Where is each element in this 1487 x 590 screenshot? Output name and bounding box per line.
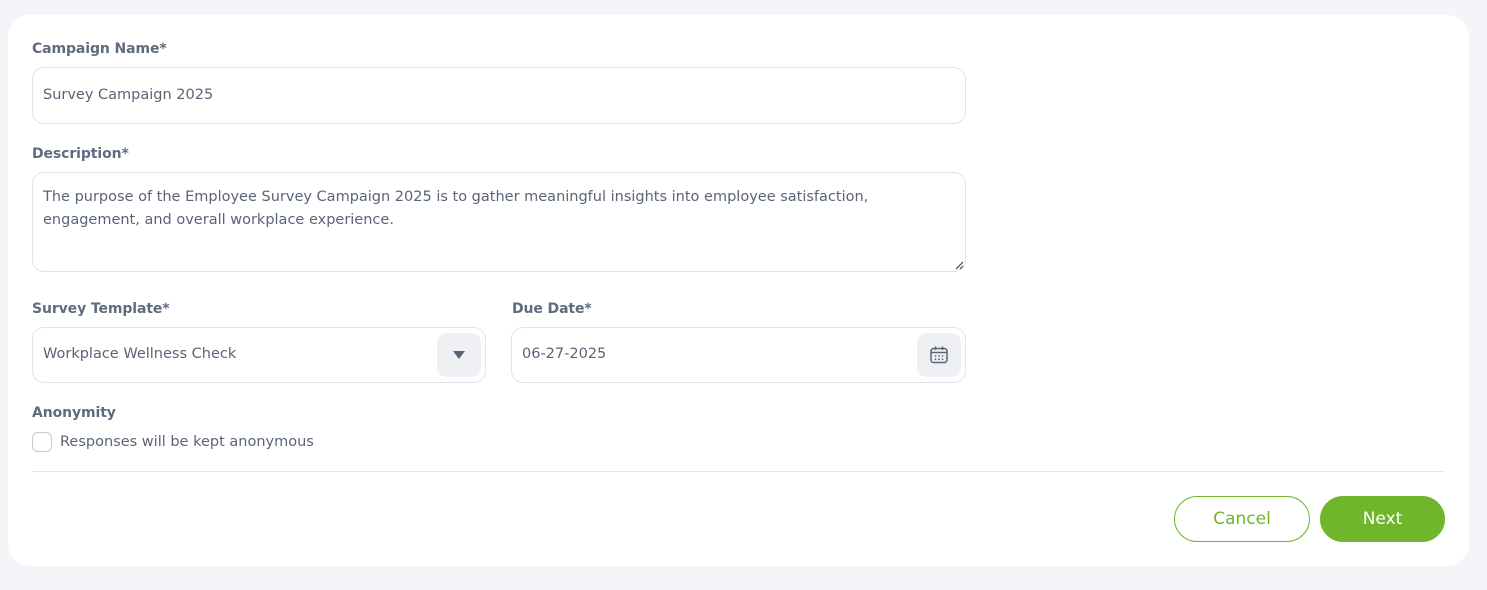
cancel-button[interactable]: Cancel [1174,496,1310,542]
anonymity-label: Anonymity [32,405,116,421]
resize-handle-icon[interactable] [952,258,964,270]
survey-template-label: Survey Template* [32,301,170,317]
campaign-name-label: Campaign Name* [32,41,167,57]
caret-down-icon [453,351,465,359]
dropdown-toggle-button[interactable] [437,333,481,377]
anonymous-checkbox-label[interactable]: Responses will be kept anonymous [60,432,314,452]
due-date-label: Due Date* [512,301,592,317]
anonymous-checkbox[interactable] [32,432,52,452]
calendar-button[interactable] [917,333,961,377]
calendar-icon [930,346,948,364]
next-button[interactable]: Next [1320,496,1445,542]
due-date-value: 06-27-2025 [522,346,607,362]
campaign-form-card: Campaign Name* Survey Campaign 2025 Desc… [8,15,1469,566]
survey-template-select[interactable]: Workplace Wellness Check [32,327,486,383]
divider [32,471,1445,472]
campaign-name-value: Survey Campaign 2025 [43,87,214,103]
survey-template-value: Workplace Wellness Check [43,346,237,362]
description-textarea[interactable]: The purpose of the Employee Survey Campa… [32,172,966,272]
description-label: Description* [32,146,129,162]
description-value: The purpose of the Employee Survey Campa… [43,189,869,228]
campaign-name-input[interactable]: Survey Campaign 2025 [32,67,966,124]
due-date-input[interactable]: 06-27-2025 [511,327,966,383]
